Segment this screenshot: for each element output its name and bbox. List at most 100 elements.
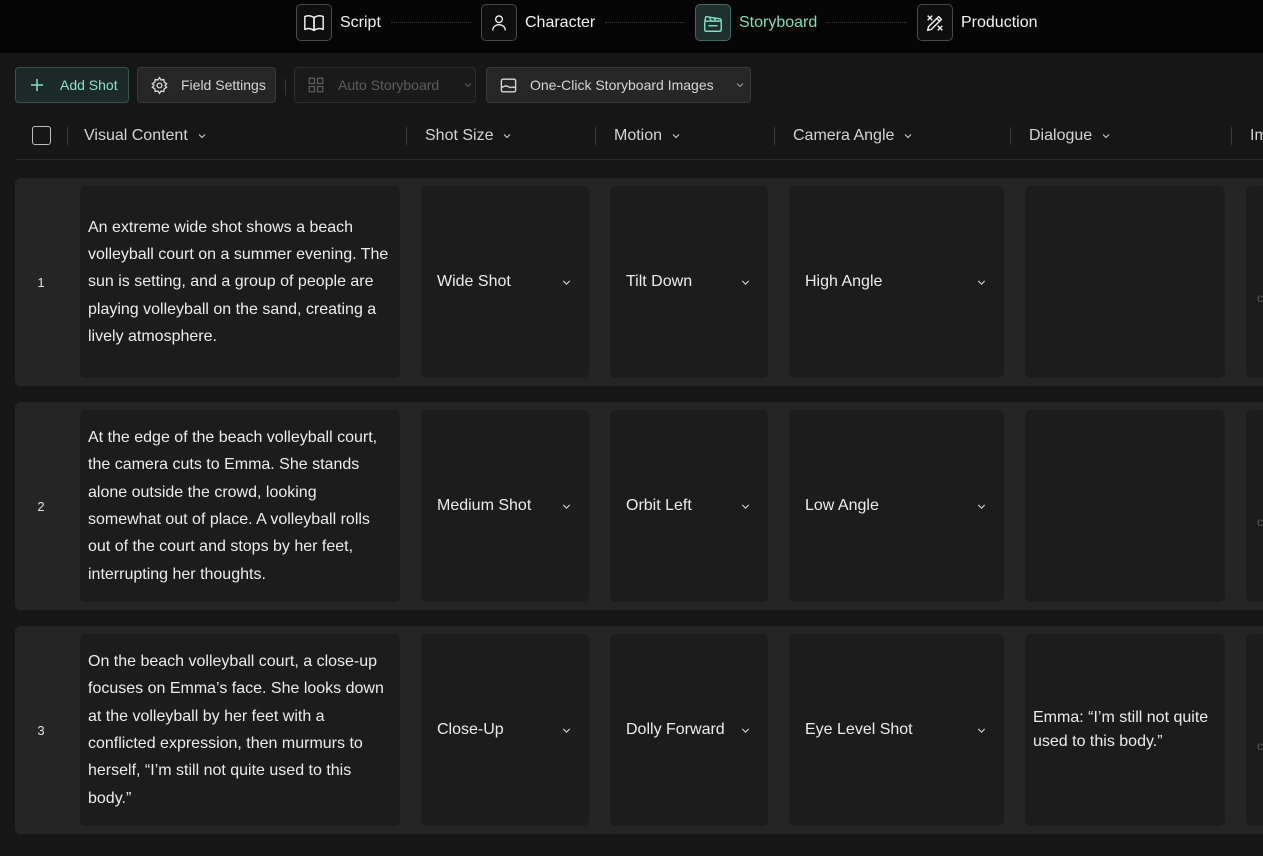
chevron-down-icon	[504, 134, 511, 139]
motion-select[interactable]: Tilt Down	[610, 186, 768, 378]
step-connector	[827, 22, 907, 23]
select-value: Low Angle	[805, 497, 879, 514]
toolbar: Add Shot Field Settings Auto Storyboard …	[0, 53, 1263, 113]
select-value: Close-Up	[437, 721, 504, 738]
shot-size-select[interactable]: Medium Shot	[421, 410, 589, 602]
plus-icon	[31, 79, 43, 91]
camera-angle-select[interactable]: Low Angle	[789, 410, 1004, 602]
dialogue-cell[interactable]: Emma: “I’m still not quite used to this …	[1025, 634, 1225, 826]
step-label: Production	[961, 13, 1038, 31]
chevron-down-icon	[1102, 134, 1110, 139]
chevron-down-icon	[977, 503, 986, 509]
column-motion[interactable]: Motion	[614, 125, 682, 147]
chevron-down-icon	[736, 83, 743, 88]
select-all-checkbox[interactable]	[32, 126, 51, 145]
image-cell-marker: c	[1257, 739, 1263, 753]
step-storyboard[interactable]: Storyboard	[695, 4, 817, 41]
gear-icon	[151, 75, 168, 95]
column-divider	[1231, 127, 1232, 145]
select-value: Eye Level Shot	[805, 721, 913, 738]
visual-content-cell[interactable]: At the edge of the beach volleyball cour…	[80, 410, 400, 602]
chevron-down-icon	[562, 727, 571, 733]
select-value: Medium Shot	[437, 497, 532, 514]
image-cell[interactable]: c	[1246, 410, 1263, 602]
dialogue-cell[interactable]	[1025, 410, 1225, 602]
visual-content-text: At the edge of the beach volleyball cour…	[88, 429, 378, 583]
auto-storyboard-button[interactable]: Auto Storyboard	[294, 67, 476, 103]
select-value: Orbit Left	[626, 497, 692, 514]
column-label: Dialogue	[1029, 127, 1093, 144]
column-camera-angle[interactable]: Camera Angle	[793, 125, 914, 147]
row-number: 3	[37, 722, 45, 738]
step-label: Script	[340, 13, 381, 31]
chevron-down-icon	[562, 279, 571, 285]
workflow-stepper: Script Character Storyboard Production	[0, 0, 1263, 53]
auto-storyboard-label: Auto Storyboard	[338, 77, 440, 93]
chevron-down-icon	[741, 727, 750, 733]
visual-content-cell[interactable]: An extreme wide shot shows a beach volle…	[80, 186, 400, 378]
shot-size-select[interactable]: Close-Up	[421, 634, 589, 826]
field-settings-button[interactable]: Field Settings	[137, 67, 276, 103]
step-connector	[605, 22, 685, 23]
row-number: 1	[37, 274, 45, 290]
camera-angle-select[interactable]: High Angle	[789, 186, 1004, 378]
shot-size-select[interactable]: Wide Shot	[421, 186, 589, 378]
column-label: Camera Angle	[793, 127, 895, 144]
step-label: Storyboard	[739, 13, 818, 31]
select-value: High Angle	[805, 273, 883, 290]
visual-content-text: An extreme wide shot shows a beach volle…	[88, 218, 389, 345]
select-value: Tilt Down	[626, 273, 693, 290]
add-shot-button[interactable]: Add Shot	[15, 67, 129, 103]
step-label: Character	[525, 13, 596, 31]
motion-select[interactable]: Orbit Left	[610, 410, 768, 602]
one-click-images-label: One-Click Storyboard Images	[530, 77, 714, 93]
select-value: Wide Shot	[437, 273, 511, 290]
table-row: 2 At the edge of the beach volleyball co…	[15, 402, 1263, 610]
step-production[interactable]: Production	[917, 4, 1038, 41]
dialogue-text: Emma: “I’m still not quite used to this …	[1033, 709, 1209, 750]
grid-icon	[308, 77, 324, 93]
column-label: Visual Content	[84, 127, 188, 144]
select-value: Dolly Forward	[626, 721, 725, 738]
chevron-down-icon	[977, 727, 986, 733]
motion-select[interactable]: Dolly Forward	[610, 634, 768, 826]
chevron-down-icon	[198, 134, 206, 139]
step-character[interactable]: Character	[481, 4, 595, 41]
image-cell-marker: c	[1257, 515, 1263, 529]
column-shot-size[interactable]: Shot Size	[425, 125, 513, 147]
image-icon	[500, 77, 517, 93]
add-shot-label: Add Shot	[60, 77, 118, 93]
book-icon	[296, 4, 332, 41]
field-settings-label: Field Settings	[181, 77, 266, 93]
step-connector	[391, 22, 471, 23]
one-click-storyboard-images-button[interactable]: One-Click Storyboard Images	[486, 67, 751, 103]
user-icon	[481, 4, 517, 41]
column-image[interactable]: Im	[1250, 125, 1263, 147]
chevron-down-icon	[977, 279, 986, 285]
clapperboard-icon	[695, 4, 731, 41]
column-divider	[774, 127, 775, 145]
table-row: 1 An extreme wide shot shows a beach vol…	[15, 178, 1263, 386]
column-divider	[406, 127, 407, 145]
column-label: Motion	[614, 127, 663, 144]
image-cell[interactable]: c	[1246, 186, 1263, 378]
table-row: 3 On the beach volleyball court, a close…	[15, 626, 1263, 834]
column-divider	[595, 127, 596, 145]
image-cell[interactable]: c	[1246, 634, 1263, 826]
column-visual-content[interactable]: Visual Content	[84, 125, 208, 147]
visual-content-cell[interactable]: On the beach volleyball court, a close-u…	[80, 634, 400, 826]
chevron-down-icon	[562, 503, 571, 509]
step-script[interactable]: Script	[296, 4, 381, 41]
row-number: 2	[37, 498, 45, 514]
chevron-down-icon	[464, 83, 472, 88]
dialogue-cell[interactable]	[1025, 186, 1225, 378]
chevron-down-icon	[672, 134, 680, 139]
toolbar-divider	[285, 79, 286, 95]
chevron-down-icon	[905, 134, 912, 139]
column-divider	[67, 127, 68, 145]
column-divider	[1010, 127, 1011, 145]
chevron-down-icon	[741, 279, 750, 285]
column-dialogue[interactable]: Dialogue	[1029, 125, 1112, 147]
camera-angle-select[interactable]: Eye Level Shot	[789, 634, 1004, 826]
image-cell-marker: c	[1257, 291, 1263, 305]
